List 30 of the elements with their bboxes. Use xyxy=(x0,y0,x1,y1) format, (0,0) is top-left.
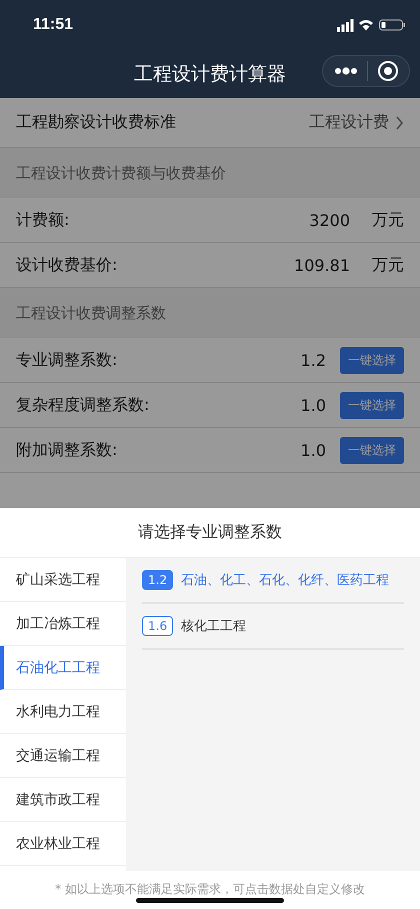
row-label: 专业调整系数: xyxy=(16,350,118,370)
more-icon[interactable] xyxy=(334,67,358,75)
close-icon[interactable] xyxy=(376,60,398,82)
row-label: 复杂程度调整系数: xyxy=(16,394,150,416)
signal-icon xyxy=(337,18,354,32)
factor-badge[interactable]: 1.6 xyxy=(142,616,174,636)
amount-value[interactable]: 109.81 xyxy=(294,256,350,274)
sheet-title: 请选择专业调整系数 xyxy=(138,522,282,543)
unit-label: 万元 xyxy=(372,254,404,276)
unit-label: 万元 xyxy=(372,210,404,230)
factor-value[interactable]: 1.2 xyxy=(300,350,326,370)
row-label: 设计收费基价: xyxy=(16,254,118,276)
hint-text: * 如以上选项不能满足实际需求，可点击数据处自定义修改 xyxy=(55,881,365,898)
category-item[interactable]: 石油化工工程 xyxy=(0,646,126,690)
amount-value[interactable]: 3200 xyxy=(309,210,350,230)
battery-icon xyxy=(379,19,406,31)
option-label[interactable]: 石油、化工、石化、化纤、医药工程 xyxy=(181,571,390,589)
menu-capsule[interactable] xyxy=(322,55,410,87)
option-label[interactable]: 核化工工程 xyxy=(181,617,246,635)
factor-badge[interactable]: 1.2 xyxy=(142,570,174,590)
row-label: 计费额: xyxy=(16,210,70,230)
wifi-icon xyxy=(359,19,374,31)
status-time: 11:51 xyxy=(33,16,74,34)
factor-value[interactable]: 1.0 xyxy=(300,396,326,414)
page-title: 工程设计费计算器 xyxy=(134,62,286,87)
factor-value[interactable]: 1.0 xyxy=(300,440,326,460)
row-label: 附加调整系数: xyxy=(16,440,118,460)
section-title: 工程设计收费调整系数 xyxy=(16,304,166,322)
section-title: 工程设计收费计费额与收费基价 xyxy=(16,164,226,182)
chevron-icon xyxy=(395,116,404,130)
